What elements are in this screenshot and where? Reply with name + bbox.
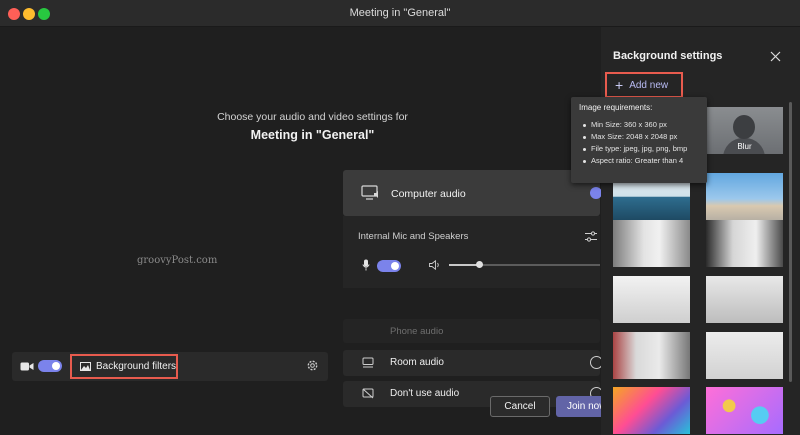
microphone-icon [362,259,370,271]
add-new-label: Add new [629,79,669,91]
choose-settings-label: Choose your audio and video settings for [217,111,408,123]
requirements-list: Min Size: 360 x 360 px Max Size: 2048 x … [579,119,699,167]
computer-audio-option[interactable]: Computer audio [343,170,602,216]
speaker-volume-slider[interactable] [449,261,600,268]
no-audio-label: Don't use audio [390,388,460,399]
background-settings-panel: Background settings + Add new Blur [601,27,800,435]
plus-icon: + [615,77,624,93]
background-thumbnail[interactable] [706,220,783,267]
microphone-toggle[interactable] [377,260,401,272]
background-thumbnail-blur[interactable]: Blur [706,107,783,154]
requirement-item: Max Size: 2048 x 2048 px [583,131,699,143]
cancel-button[interactable]: Cancel [490,396,550,417]
tooltip-title: Image requirements: [579,103,653,112]
background-filters-label: Background filters [96,361,177,372]
background-thumbnail[interactable] [613,387,690,434]
volume-fill [449,264,480,266]
phone-audio-label: Phone audio [390,326,444,337]
meeting-name: Meeting in "General" [250,128,375,142]
requirement-item: File type: jpeg, jpg, png, bmp [583,143,699,155]
background-thumbnail[interactable] [613,276,690,323]
background-thumbnail[interactable] [613,332,690,379]
room-audio-option[interactable]: Room audio [343,350,603,376]
background-thumbnail[interactable] [706,332,783,379]
camera-toggle[interactable] [38,360,62,372]
background-thumbnail[interactable] [706,387,783,434]
blur-person-head [733,115,755,139]
window-title: Meeting in "General" [349,7,451,19]
image-requirements-tooltip: Image requirements: Min Size: 360 x 360 … [571,97,707,183]
join-now-button[interactable]: Join now [556,396,606,417]
audio-device-label: Internal Mic and Speakers [358,231,469,242]
requirement-item: Min Size: 360 x 360 px [583,119,699,131]
video-controls-bar: Background filters [12,352,328,381]
blur-label: Blur [737,142,752,151]
device-settings-icon[interactable] [585,231,597,242]
close-icon[interactable] [770,51,781,62]
speaker-icon [429,260,441,270]
window-titlebar: Meeting in "General" [0,0,800,27]
computer-audio-icon [361,185,381,201]
device-settings-gear-icon[interactable] [306,359,319,372]
computer-audio-label: Computer audio [391,188,466,200]
background-thumbnail[interactable] [706,173,783,220]
room-audio-label: Room audio [390,357,444,368]
add-new-background-button[interactable]: + Add new [605,72,683,98]
background-filters-icon [80,362,91,371]
background-settings-title: Background settings [613,50,723,62]
panel-scrollbar[interactable] [789,102,792,382]
phone-audio-option[interactable]: Phone audio [343,319,600,343]
requirement-item: Aspect ratio: Greater than 4 [583,155,699,167]
background-thumbnail[interactable] [613,220,690,267]
audio-device-section: Internal Mic and Speakers [343,216,600,288]
camera-icon [20,361,34,372]
background-filters-button[interactable]: Background filters [70,354,178,379]
volume-slider-thumb[interactable] [476,261,484,268]
watermark: groovyPost.com [137,255,218,266]
no-audio-icon [362,388,374,399]
room-audio-icon [362,357,374,368]
background-thumbnail[interactable] [706,276,783,323]
